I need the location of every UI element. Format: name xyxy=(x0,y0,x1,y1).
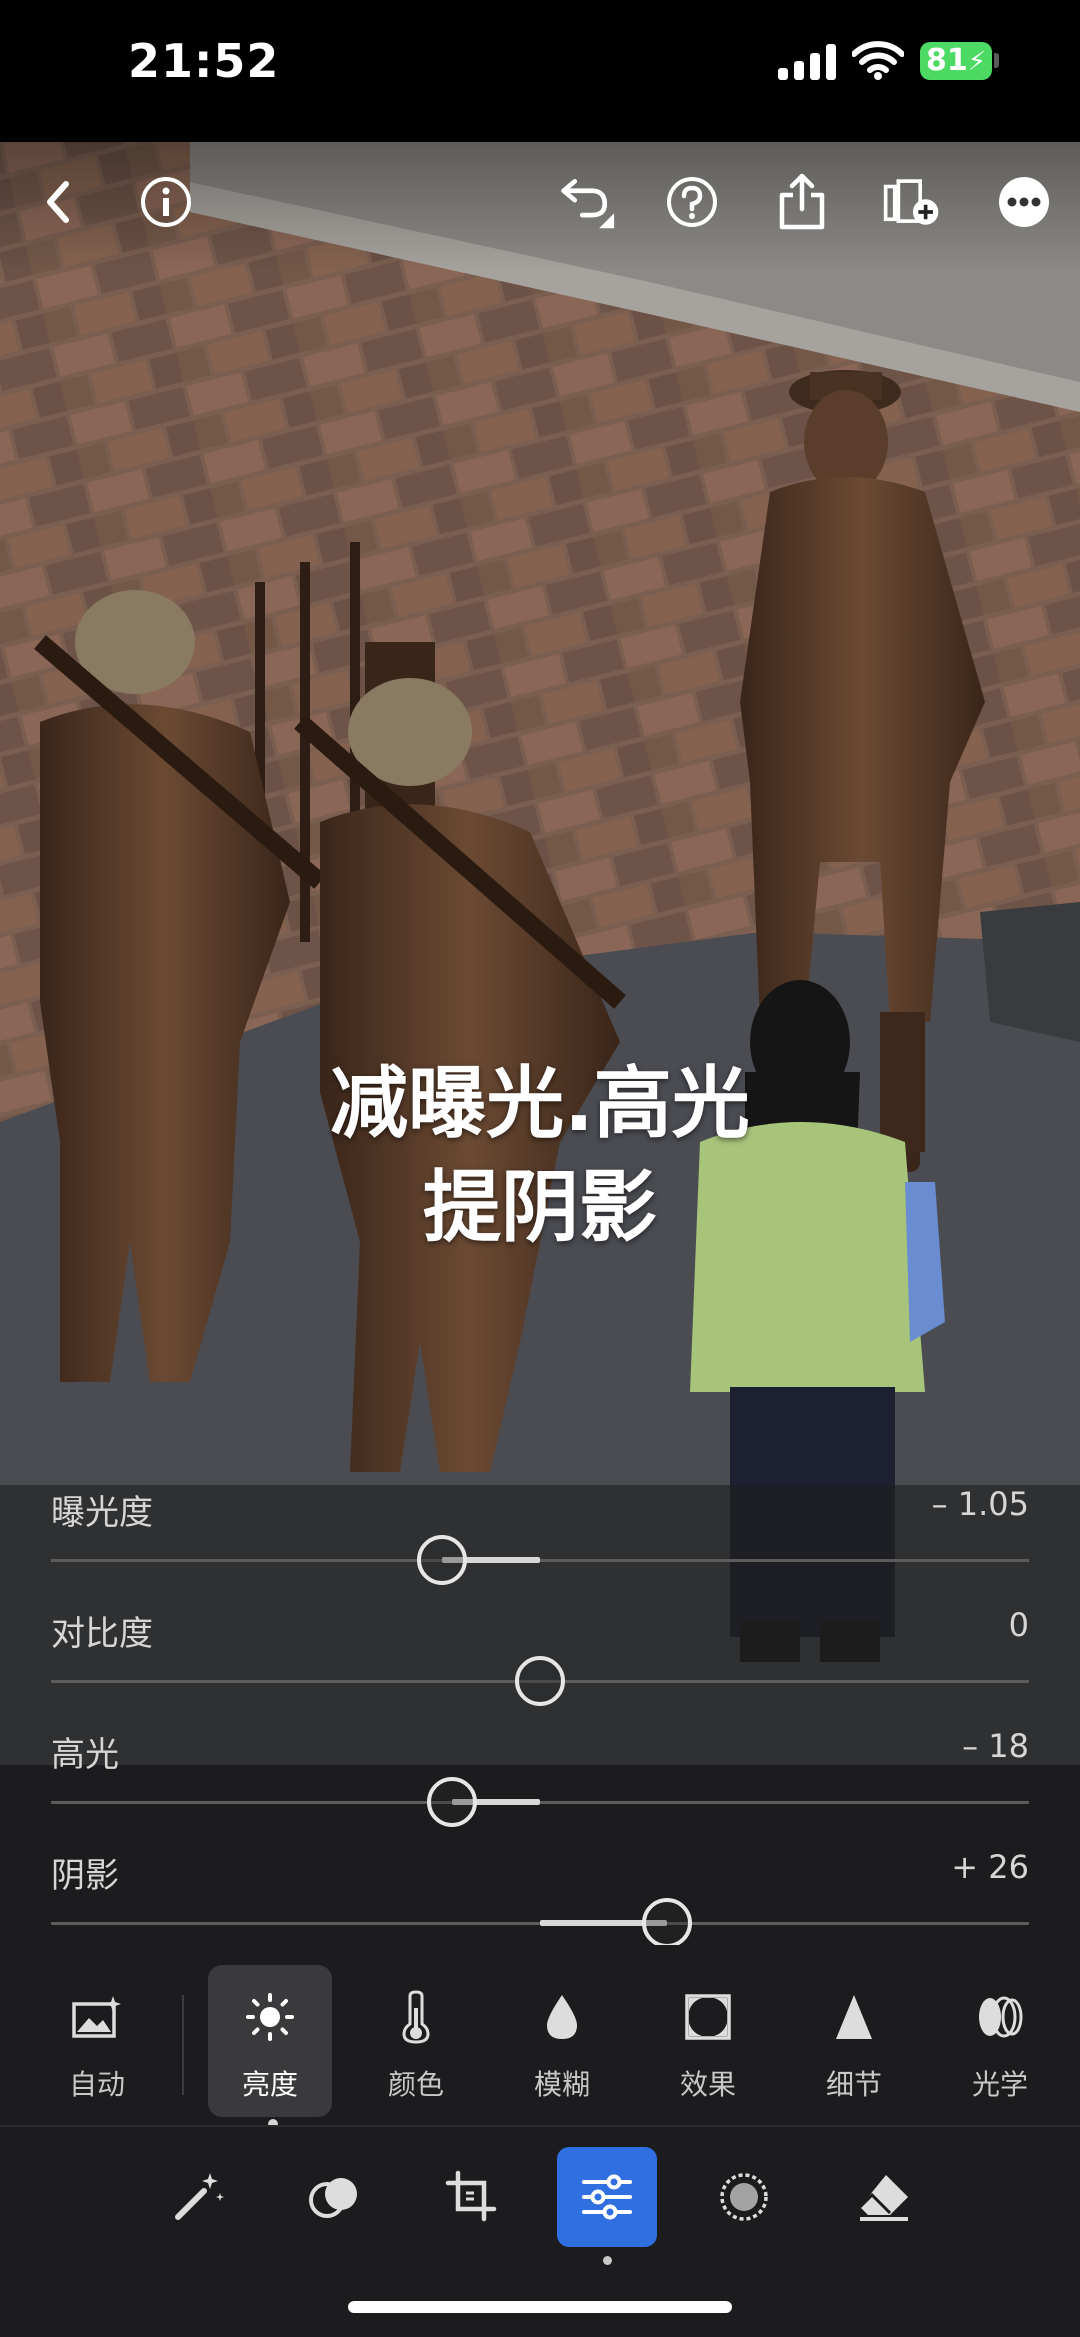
slider-value: – 18 xyxy=(962,1727,1029,1765)
slider-thumb[interactable] xyxy=(515,1656,565,1706)
more-icon xyxy=(999,177,1049,227)
caption-line-2: 提阴影 xyxy=(422,1163,657,1253)
auto-icon xyxy=(67,1987,127,2047)
slider-label: 阴影 xyxy=(51,1856,119,1896)
back-button[interactable] xyxy=(28,172,88,232)
charging-icon: ⚡ xyxy=(967,47,987,77)
auto-enhance-button[interactable] xyxy=(148,2147,248,2247)
share-button[interactable] xyxy=(772,172,832,232)
tab-label: 颜色 xyxy=(387,2068,444,2101)
selective-icon xyxy=(720,2173,768,2221)
info-button[interactable] xyxy=(136,172,196,232)
undo-icon xyxy=(561,179,615,229)
tab-auto[interactable]: 自动 xyxy=(35,1965,159,2117)
share-icon xyxy=(779,173,825,230)
masking-button[interactable] xyxy=(285,2147,385,2247)
tab-effects[interactable]: 效果 xyxy=(646,1965,770,2117)
active-tool-indicator xyxy=(603,2256,612,2265)
slider-value: – 1.05 xyxy=(931,1485,1029,1523)
wifi-icon xyxy=(852,41,904,80)
status-time: 21:52 xyxy=(128,34,280,88)
help-icon xyxy=(667,177,717,227)
slider-contrast[interactable]: 对比度 0 xyxy=(0,1606,1080,1728)
caption-overlay: 减曝光.高光 提阴影 xyxy=(0,1052,1080,1260)
drop-icon xyxy=(532,1987,592,2047)
add-to-album-button[interactable] xyxy=(882,172,942,232)
slider-thumb[interactable] xyxy=(426,1777,477,1827)
triangle-icon xyxy=(824,1987,884,2047)
top-toolbar xyxy=(0,142,1080,262)
slider-track[interactable] xyxy=(51,1801,1029,1804)
tab-optics[interactable]: 光学 xyxy=(938,1965,1062,2117)
tab-label: 效果 xyxy=(679,2068,736,2101)
slider-highlights[interactable]: 高光 – 18 xyxy=(0,1727,1080,1849)
sun-icon xyxy=(240,1987,300,2047)
info-icon xyxy=(141,177,191,227)
signal-icon xyxy=(778,44,836,80)
divider xyxy=(182,1995,184,2095)
slider-label: 曝光度 xyxy=(51,1493,153,1533)
slider-thumb[interactable] xyxy=(417,1535,468,1585)
slider-value: 0 xyxy=(1008,1606,1029,1644)
help-button[interactable] xyxy=(662,172,722,232)
crop-icon xyxy=(445,2170,497,2222)
tab-blur[interactable]: 模糊 xyxy=(500,1965,624,2117)
slider-label: 对比度 xyxy=(51,1614,153,1654)
slider-exposure[interactable]: 曝光度 – 1.05 xyxy=(0,1485,1080,1607)
slider-thumb[interactable] xyxy=(642,1898,693,1948)
tab-light[interactable]: 亮度 xyxy=(208,1965,332,2117)
battery-tip xyxy=(994,53,999,68)
status-bar: 21:52 81⚡ xyxy=(0,0,1080,142)
vignette-icon xyxy=(678,1987,738,2047)
back-icon xyxy=(47,181,69,223)
battery-level: 81 xyxy=(926,43,968,78)
tab-detail[interactable]: 细节 xyxy=(792,1965,916,2117)
mask-icon xyxy=(309,2178,357,2218)
slider-value: + 26 xyxy=(951,1848,1029,1886)
magic-wand-icon xyxy=(175,2173,224,2220)
adjustment-category-bar: 自动 亮度 颜色 模糊 效果 细节 光学 xyxy=(0,1945,1080,2125)
home-indicator xyxy=(348,2301,732,2313)
slider-label: 高光 xyxy=(51,1735,119,1775)
tab-label: 光学 xyxy=(971,2068,1028,2101)
undo-button[interactable] xyxy=(556,172,616,232)
lens-icon xyxy=(970,1987,1030,2047)
battery-icon: 81⚡ xyxy=(920,42,992,80)
crop-button[interactable] xyxy=(422,2147,522,2247)
tab-label: 亮度 xyxy=(241,2068,298,2101)
remove-button[interactable] xyxy=(834,2147,934,2247)
more-button[interactable] xyxy=(994,172,1054,232)
eraser-icon xyxy=(858,2175,908,2221)
thermometer-icon xyxy=(386,1987,446,2047)
tab-label: 自动 xyxy=(68,2068,125,2101)
selective-edit-button[interactable] xyxy=(694,2147,794,2247)
slider-track[interactable] xyxy=(51,1559,1029,1562)
caption-line-1: 减曝光.高光 xyxy=(330,1059,750,1149)
add-to-album-icon xyxy=(883,179,939,225)
tab-label: 细节 xyxy=(825,2068,882,2101)
edit-adjust-button[interactable] xyxy=(557,2147,657,2247)
tab-label: 模糊 xyxy=(533,2068,590,2101)
sliders-icon xyxy=(582,2174,632,2220)
tab-color[interactable]: 颜色 xyxy=(354,1965,478,2117)
